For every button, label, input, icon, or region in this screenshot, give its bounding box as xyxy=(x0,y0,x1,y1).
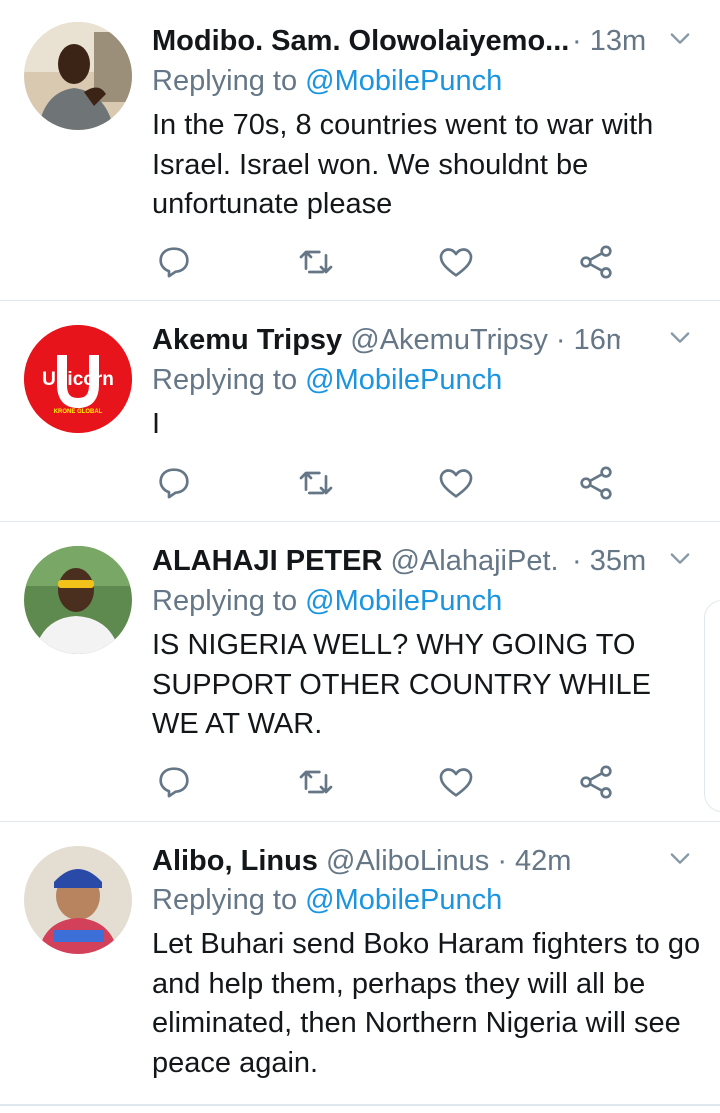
timestamp: · 16m xyxy=(555,324,620,356)
share-icon[interactable] xyxy=(576,242,616,282)
mention-link[interactable]: @MobilePunch xyxy=(305,585,502,617)
mention-link[interactable]: @MobilePunch xyxy=(305,884,502,916)
chevron-down-icon[interactable] xyxy=(666,323,694,351)
reply-icon[interactable] xyxy=(154,463,194,503)
retweet-icon[interactable] xyxy=(296,242,336,282)
scroll-handle[interactable] xyxy=(704,600,720,812)
divider xyxy=(0,1104,720,1106)
tweet-2[interactable]: Unicorn KRONE GLOBAL Akemu Tripsy @Akemu… xyxy=(0,301,720,522)
avatar[interactable] xyxy=(24,22,132,130)
reply-icon[interactable] xyxy=(154,242,194,282)
chevron-down-icon[interactable] xyxy=(666,844,694,872)
replying-to: Replying to @MobilePunch xyxy=(152,884,503,916)
share-icon[interactable] xyxy=(576,463,616,503)
share-icon[interactable] xyxy=(576,762,616,802)
tweet-text: IS NIGERIA WELL? WHY GOING TO SUPPORT OT… xyxy=(152,629,651,740)
handle[interactable]: @AlahajiPet... xyxy=(390,545,560,577)
mention-link[interactable]: @MobilePunch xyxy=(305,65,502,97)
display-name[interactable]: Akemu Tripsy xyxy=(152,324,342,356)
tweet-3[interactable]: ALAHAJI PETER @AlahajiPet... · 35m Reply… xyxy=(0,522,720,822)
tweet-text: Let Buhari send Boko Haram fighters to g… xyxy=(152,928,701,1079)
reply-icon[interactable] xyxy=(154,762,194,802)
tweet-4[interactable]: Alibo, Linus @AliboLinus · 42m Replying … xyxy=(0,822,720,1113)
replying-to: Replying to @MobilePunch xyxy=(152,364,503,396)
tweet-text: In the 70s, 8 countries went to war with… xyxy=(152,109,654,220)
display-name[interactable]: Modibo. Sam. Olowolaiyemo... xyxy=(152,25,569,57)
display-name[interactable]: Alibo, Linus xyxy=(152,845,318,877)
chevron-down-icon[interactable] xyxy=(666,24,694,52)
like-icon[interactable] xyxy=(436,762,476,802)
chevron-down-icon[interactable] xyxy=(666,544,694,572)
display-name[interactable]: ALAHAJI PETER xyxy=(152,545,382,577)
tweet-text: I xyxy=(152,408,161,440)
replying-to: Replying to @MobilePunch xyxy=(152,65,503,97)
handle[interactable]: @AliboLinus xyxy=(326,845,489,877)
avatar[interactable] xyxy=(24,846,132,954)
avatar-logo-subtext: KRONE GLOBAL xyxy=(54,409,103,415)
like-icon[interactable] xyxy=(436,242,476,282)
avatar-logo-text: Unicorn xyxy=(42,369,114,390)
timestamp: · 13m xyxy=(572,25,647,57)
avatar[interactable] xyxy=(24,546,132,654)
like-icon[interactable] xyxy=(436,463,476,503)
replying-to: Replying to @MobilePunch xyxy=(152,585,503,617)
handle[interactable]: @AkemuTripsy xyxy=(350,324,548,356)
timestamp: · 35m xyxy=(572,545,647,577)
retweet-icon[interactable] xyxy=(296,463,336,503)
avatar[interactable]: Unicorn KRONE GLOBAL xyxy=(24,325,132,433)
tweet-1[interactable]: Modibo. Sam. Olowolaiyemo... · 13m Reply… xyxy=(0,0,720,301)
mention-link[interactable]: @MobilePunch xyxy=(305,364,502,396)
timestamp: · 42m xyxy=(497,845,572,877)
retweet-icon[interactable] xyxy=(296,762,336,802)
